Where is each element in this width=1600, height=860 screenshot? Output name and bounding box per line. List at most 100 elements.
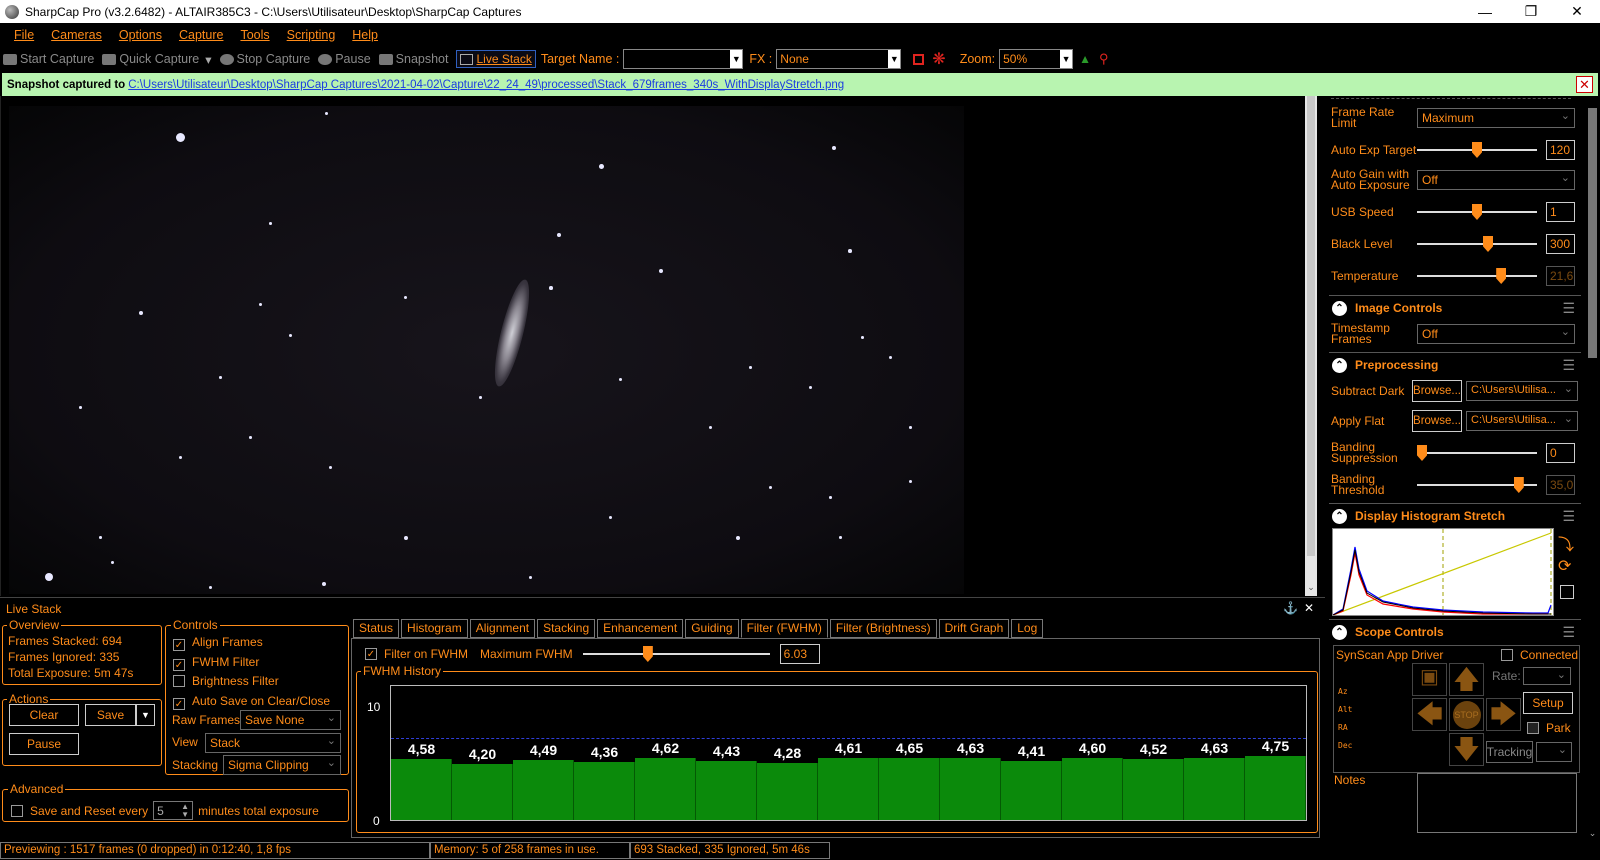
- scope-controls-header[interactable]: ⌃ Scope Controls ☰: [1329, 619, 1581, 644]
- checkbox[interactable]: ✓: [173, 639, 185, 651]
- auto-exp-target-slider[interactable]: [1417, 142, 1537, 158]
- scroll-down-icon[interactable]: ⌄: [1305, 582, 1317, 596]
- right-panel-scrollbar[interactable]: ⌄: [1585, 96, 1600, 842]
- tab-filter-brightness[interactable]: Filter (Brightness): [829, 619, 937, 638]
- black-level-value[interactable]: 300: [1546, 234, 1575, 254]
- usb-speed-slider[interactable]: [1417, 204, 1537, 220]
- menu-help[interactable]: Help: [352, 28, 378, 42]
- menu-capture[interactable]: Capture: [179, 28, 223, 42]
- slider-knob[interactable]: [642, 646, 653, 662]
- stop-capture-button[interactable]: Stop Capture: [219, 52, 310, 66]
- snapshot-path-link[interactable]: C:\Users\Utilisateur\Desktop\SharpCap Ca…: [128, 79, 844, 91]
- close-button[interactable]: ✕: [1554, 0, 1600, 23]
- brightness-filter-checkbox[interactable]: Brightness Filter: [173, 672, 330, 692]
- lightning-icon[interactable]: ⤵: [1558, 531, 1574, 555]
- save-button[interactable]: Save: [85, 704, 136, 726]
- scroll-thumb[interactable]: [1588, 108, 1597, 358]
- histogram-icon[interactable]: ▲: [1079, 52, 1091, 66]
- menu-icon[interactable]: ☰: [1562, 508, 1575, 525]
- black-level-slider[interactable]: [1417, 236, 1537, 252]
- east-arrow-button[interactable]: 🡆: [1486, 698, 1521, 731]
- stacking-select[interactable]: Sigma Clipping: [223, 755, 341, 775]
- slider-knob[interactable]: [1472, 204, 1482, 220]
- setup-button[interactable]: Setup: [1523, 692, 1573, 714]
- slider-knob[interactable]: [1483, 236, 1493, 252]
- menu-options[interactable]: Options: [119, 28, 162, 42]
- collapse-icon[interactable]: ⌃: [1332, 357, 1347, 373]
- reset-icon[interactable]: ⟳: [1558, 556, 1571, 576]
- connected-checkbox[interactable]: Connected: [1501, 648, 1578, 662]
- spiral-icon[interactable]: ▣: [1412, 663, 1447, 696]
- tab-enhancement[interactable]: Enhancement: [597, 619, 684, 638]
- checkbox[interactable]: ✓: [173, 697, 185, 710]
- auto-save-checkbox[interactable]: ✓ Auto Save on Clear/Close: [173, 692, 330, 712]
- usb-speed-value[interactable]: 1: [1546, 202, 1575, 222]
- filter-on-fwhm-checkbox[interactable]: ✓: [365, 648, 377, 660]
- red-square-icon[interactable]: [913, 53, 925, 65]
- fx-select[interactable]: None ▼: [776, 49, 902, 69]
- tab-filter-fwhm[interactable]: Filter (FWHM): [740, 619, 828, 638]
- rate-select[interactable]: [1523, 667, 1571, 685]
- menu-scripting[interactable]: Scripting: [287, 28, 336, 42]
- apply-flat-browse-button[interactable]: Browse...: [1412, 410, 1462, 432]
- save-icon[interactable]: [1560, 585, 1574, 599]
- slider-knob[interactable]: [1417, 445, 1427, 461]
- collapse-icon[interactable]: ⌃: [1332, 300, 1347, 316]
- quick-capture-button[interactable]: Quick Capture: [102, 52, 211, 67]
- minimize-button[interactable]: —: [1462, 0, 1508, 23]
- crosshair-off-icon[interactable]: ❋: [932, 49, 945, 69]
- tab-drift-graph[interactable]: Drift Graph: [938, 619, 1010, 638]
- park-checkbox[interactable]: Park: [1527, 721, 1571, 735]
- tracking-button[interactable]: Tracking: [1486, 741, 1533, 763]
- tab-log[interactable]: Log: [1011, 619, 1044, 638]
- pause-stack-button[interactable]: Pause: [9, 733, 79, 755]
- scroll-down-icon[interactable]: ⌄: [1585, 828, 1600, 842]
- checkbox[interactable]: [1527, 722, 1539, 734]
- minutes-stepper[interactable]: 5 ▲ ▼: [153, 801, 194, 820]
- collapse-icon[interactable]: ⌃: [1332, 624, 1347, 640]
- tab-guiding[interactable]: Guiding: [685, 619, 739, 638]
- image-viewport[interactable]: [0, 96, 1305, 596]
- menu-icon[interactable]: ☰: [1562, 300, 1575, 317]
- menu-icon[interactable]: ☰: [1562, 624, 1575, 641]
- notes-textarea[interactable]: [1417, 773, 1577, 833]
- subtract-dark-browse-button[interactable]: Browse...: [1412, 380, 1462, 402]
- save-reset-checkbox[interactable]: [11, 804, 23, 817]
- magnifier-icon[interactable]: ⚲: [1099, 51, 1109, 67]
- maximize-button[interactable]: ❐: [1508, 0, 1554, 23]
- snapshot-button[interactable]: Snapshot: [378, 52, 448, 66]
- checkbox[interactable]: [1501, 649, 1513, 661]
- start-capture-button[interactable]: Start Capture: [3, 52, 94, 66]
- timestamp-frames-select[interactable]: Off: [1417, 324, 1575, 344]
- histogram-plot[interactable]: [1332, 528, 1554, 616]
- stop-button[interactable]: STOP: [1449, 698, 1484, 731]
- panel-close-icon[interactable]: ✕: [1304, 601, 1314, 615]
- save-dropdown-icon[interactable]: ▼: [136, 704, 155, 726]
- banding-suppression-slider[interactable]: [1417, 445, 1537, 461]
- chevron-down-icon[interactable]: ▼: [888, 50, 901, 68]
- checkbox[interactable]: ✓: [173, 658, 185, 671]
- panel-pin-icon[interactable]: ⚓: [1283, 601, 1298, 615]
- max-fwhm-value[interactable]: 6.03: [779, 644, 820, 664]
- menu-icon[interactable]: ☰: [1562, 357, 1575, 374]
- banding-suppression-value[interactable]: 0: [1546, 443, 1575, 463]
- auto-exp-target-value[interactable]: 120: [1546, 140, 1575, 160]
- slider-knob[interactable]: [1513, 477, 1524, 493]
- fwhm-history-chart[interactable]: 4,58 4,20 4,49 4,36 4,62 4,43 4,28 4,61 4,65 4,63…: [390, 685, 1307, 821]
- pause-button[interactable]: Pause: [318, 52, 371, 66]
- west-arrow-button[interactable]: 🡄: [1412, 698, 1447, 731]
- zoom-select[interactable]: 50% ▼: [999, 49, 1074, 69]
- image-controls-header[interactable]: ⌃ Image Controls ☰: [1329, 295, 1581, 320]
- frame-rate-limit-select[interactable]: Maximum: [1417, 108, 1575, 128]
- tab-alignment[interactable]: Alignment: [469, 619, 536, 638]
- menu-tools[interactable]: Tools: [240, 28, 269, 42]
- chevron-down-icon[interactable]: ▼: [1060, 50, 1073, 68]
- south-arrow-button[interactable]: 🡇: [1449, 733, 1484, 766]
- raw-frames-select[interactable]: Save None: [240, 710, 341, 730]
- tracking-select[interactable]: [1536, 742, 1572, 762]
- align-frames-checkbox[interactable]: ✓ Align Frames: [173, 633, 330, 653]
- max-fwhm-slider[interactable]: [582, 646, 770, 662]
- stepper-arrows-icon[interactable]: ▲ ▼: [181, 802, 189, 819]
- scroll-thumb[interactable]: [1307, 96, 1315, 556]
- auto-gain-select[interactable]: Off: [1417, 170, 1575, 190]
